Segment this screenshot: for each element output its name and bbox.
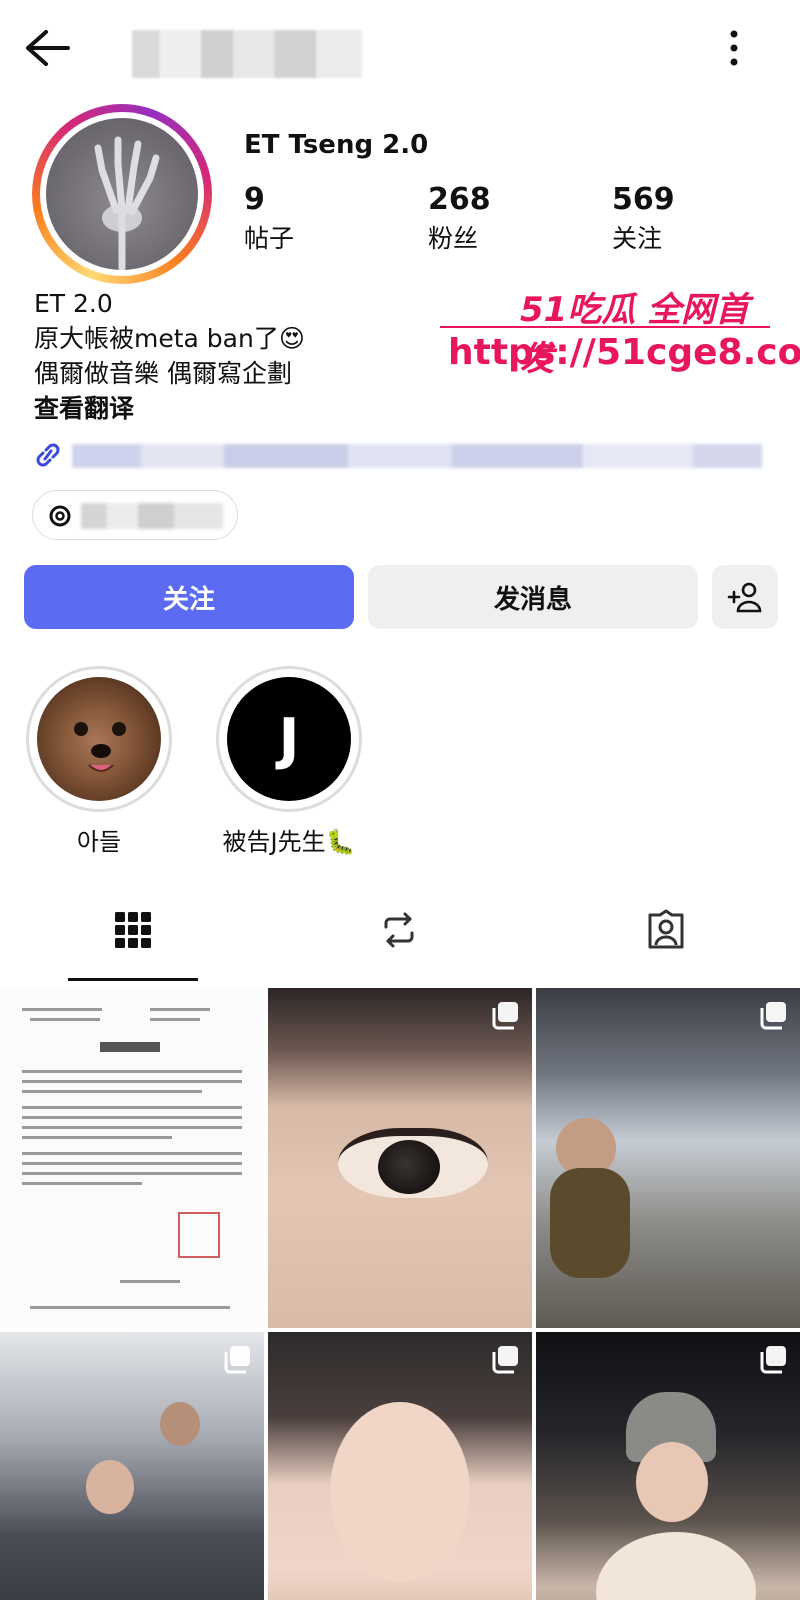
eye-closeup-image: [338, 1128, 488, 1198]
top-bar: [0, 0, 800, 96]
flower-bouquet-figure: [596, 1532, 756, 1600]
highlight-label: 被告J先生🐛: [222, 828, 356, 856]
iris: [378, 1140, 440, 1194]
grid-icon: [115, 912, 151, 948]
dog-photo-icon: [37, 677, 161, 801]
follow-button[interactable]: 关注: [24, 565, 354, 629]
person-face-figure: [636, 1442, 708, 1522]
doc-header-line: [30, 1018, 100, 1021]
repost-icon: [384, 912, 414, 948]
back-arrow-icon[interactable]: [22, 26, 72, 70]
translate-link[interactable]: 查看翻译: [34, 391, 305, 426]
doc-text-line: [22, 1106, 242, 1109]
doc-text-line: [22, 1070, 242, 1073]
add-user-icon: [727, 582, 762, 613]
threads-username-redacted: [81, 503, 223, 529]
display-name: ET Tseng 2.0: [244, 130, 429, 160]
post-thumbnail[interactable]: [536, 1332, 800, 1600]
avatar-xray-paw-image: [46, 118, 198, 270]
multiple-photos-icon: [758, 1000, 788, 1030]
threads-badge[interactable]: [32, 490, 238, 540]
username-redacted: [132, 30, 362, 78]
link-url-redacted: [72, 444, 762, 468]
multiple-photos-icon: [490, 1000, 520, 1030]
posts-grid: [0, 988, 800, 1600]
highlight-label: 아들: [76, 828, 122, 856]
doc-text-line: [22, 1126, 242, 1129]
doc-signature-line: [120, 1280, 180, 1283]
profile-tabs: [0, 880, 800, 981]
tab-tagged[interactable]: [533, 880, 799, 980]
person-face-figure: [160, 1402, 200, 1446]
stat-posts[interactable]: 9 帖子: [244, 182, 294, 255]
multiple-photos-icon: [222, 1344, 252, 1374]
doc-text-line: [22, 1080, 242, 1083]
bio-line-2: 原大帳被meta ban了😍: [34, 324, 305, 353]
following-count: 569: [612, 182, 675, 217]
multiple-photos-icon: [758, 1344, 788, 1374]
doc-text-line: [22, 1172, 242, 1175]
doc-header-line: [150, 1018, 200, 1021]
threads-icon: [47, 503, 73, 529]
post-thumbnail[interactable]: [536, 988, 800, 1328]
post-thumbnail[interactable]: [268, 988, 532, 1328]
doc-text-line: [22, 1136, 172, 1139]
avatar-frame: [40, 112, 204, 276]
link-icon: [32, 440, 64, 470]
post-thumbnail[interactable]: [0, 988, 264, 1328]
person-body-figure: [550, 1168, 630, 1278]
followers-count: 268: [428, 182, 491, 217]
doc-header-line: [22, 1008, 102, 1011]
post-thumbnail[interactable]: [0, 1332, 264, 1600]
doc-text-line: [22, 1116, 242, 1119]
external-link-row[interactable]: [32, 438, 772, 472]
doc-text-line: [22, 1090, 202, 1093]
posts-count: 9: [244, 182, 265, 217]
highlight-ring: [26, 666, 172, 812]
bio-line-1: ET 2.0: [34, 289, 113, 318]
doc-footer-line: [30, 1306, 230, 1309]
followers-label: 粉丝: [428, 224, 479, 253]
suggested-users-button[interactable]: [712, 565, 778, 629]
tab-posts-grid[interactable]: [0, 880, 266, 980]
posts-label: 帖子: [244, 224, 295, 253]
watermark: 51吃瓜 全网首发 https://51cge8.com: [440, 282, 800, 392]
following-label: 关注: [612, 224, 663, 253]
lawyer-statement-document-image: [0, 988, 264, 1328]
stat-following[interactable]: 569 关注: [612, 182, 675, 255]
letter-j-icon: J: [227, 677, 351, 801]
doc-header-line: [150, 1008, 210, 1011]
post-thumbnail[interactable]: [268, 1332, 532, 1600]
more-options-icon[interactable]: [724, 28, 744, 68]
person-face-figure: [330, 1402, 470, 1582]
doc-text-line: [22, 1182, 142, 1185]
highlight-defendant[interactable]: J 被告J先生🐛: [214, 666, 364, 857]
watermark-url: https://51cge8.com: [448, 332, 800, 373]
highlight-son[interactable]: 아들: [24, 666, 174, 857]
doc-title: [100, 1042, 160, 1052]
active-tab-indicator: [68, 978, 198, 981]
doc-text-line: [22, 1162, 242, 1165]
person-face-figure: [86, 1460, 134, 1514]
red-seal-stamp: [178, 1212, 220, 1258]
highlight-ring: J: [216, 666, 362, 812]
tagged-icon: [648, 909, 684, 949]
profile-avatar[interactable]: [32, 104, 212, 284]
multiple-photos-icon: [490, 1344, 520, 1374]
message-button[interactable]: 发消息: [368, 565, 698, 629]
bio-line-3: 偶爾做音樂 偶爾寫企劃: [34, 359, 292, 388]
stat-followers[interactable]: 268 粉丝: [428, 182, 491, 255]
doc-text-line: [22, 1152, 242, 1155]
watermark-divider: [440, 326, 770, 328]
tab-reposts[interactable]: [266, 880, 532, 980]
bio: ET 2.0 原大帳被meta ban了😍 偶爾做音樂 偶爾寫企劃 查看翻译: [34, 286, 305, 426]
